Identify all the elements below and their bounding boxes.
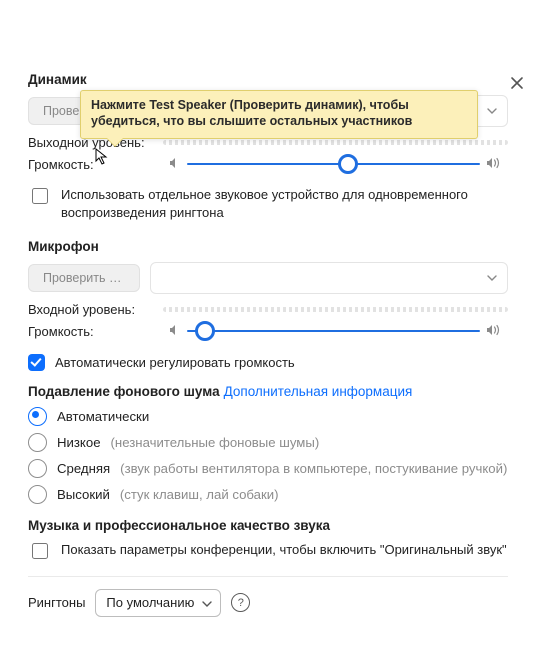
speaker-low-icon: [169, 324, 181, 339]
original-sound-checkbox[interactable]: [32, 543, 48, 559]
mic-heading: Микрофон: [28, 239, 508, 254]
radio-icon: [28, 433, 47, 452]
close-button[interactable]: [510, 76, 524, 90]
speaker-low-icon: [169, 157, 181, 172]
noise-option-label: Высокий: [57, 487, 110, 502]
separate-ringtone-checkbox[interactable]: [32, 188, 48, 204]
noise-heading: Подавление фонового шумаДополнительная и…: [28, 384, 508, 399]
ringtone-dropdown[interactable]: По умолчанию: [95, 589, 221, 617]
radio-icon: [28, 485, 47, 504]
noise-option-label: Автоматически: [57, 409, 149, 424]
radio-icon: [28, 459, 47, 478]
noise-info-link[interactable]: Дополнительная информация: [224, 384, 413, 399]
output-level-meter: [163, 140, 508, 145]
noise-option-3[interactable]: Высокий (стук клавиш, лай собаки): [28, 485, 508, 504]
ringtone-selected: По умолчанию: [106, 595, 194, 610]
chevron-down-icon: [202, 595, 212, 610]
noise-option-label: Низкое: [57, 435, 101, 450]
noise-option-2[interactable]: Средняя (звук работы вентилятора в компь…: [28, 459, 508, 478]
radio-icon: [28, 407, 47, 426]
mic-volume-label: Громкость:: [28, 324, 163, 339]
chevron-down-icon: [487, 275, 497, 281]
speaker-test-tooltip: Нажмите Test Speaker (Проверить динамик)…: [80, 90, 478, 139]
auto-adjust-label: Автоматически регулировать громкость: [55, 354, 295, 372]
noise-option-label: Средняя: [57, 461, 110, 476]
chevron-down-icon: [487, 108, 497, 114]
speaker-high-icon: [486, 324, 502, 339]
noise-option-hint: (стук клавиш, лай собаки): [120, 487, 279, 502]
speaker-high-icon: [486, 157, 502, 172]
mic-volume-slider[interactable]: [187, 323, 480, 339]
input-level-meter: [163, 307, 508, 312]
test-mic-button[interactable]: Проверить м…: [28, 264, 140, 292]
speaker-heading: Динамик: [28, 72, 508, 87]
original-sound-label: Показать параметры конференции, чтобы вк…: [61, 541, 507, 559]
cursor-icon: [95, 148, 109, 169]
speaker-volume-slider[interactable]: [187, 156, 480, 172]
music-heading: Музыка и профессиональное качество звука: [28, 518, 508, 533]
help-icon[interactable]: ?: [231, 593, 250, 612]
auto-adjust-checkbox[interactable]: [28, 354, 45, 371]
tooltip-text: Нажмите Test Speaker (Проверить динамик)…: [91, 97, 467, 130]
noise-option-1[interactable]: Низкое (незначительные фоновые шумы): [28, 433, 508, 452]
noise-option-0[interactable]: Автоматически: [28, 407, 508, 426]
noise-option-hint: (незначительные фоновые шумы): [111, 435, 320, 450]
divider: [28, 576, 508, 577]
mic-device-dropdown[interactable]: [150, 262, 508, 294]
noise-option-hint: (звук работы вентилятора в компьютере, п…: [120, 461, 507, 476]
separate-ringtone-label: Использовать отдельное звуковое устройст…: [61, 186, 508, 221]
ringtones-label: Рингтоны: [28, 595, 85, 610]
input-level-label: Входной уровень:: [28, 302, 163, 317]
